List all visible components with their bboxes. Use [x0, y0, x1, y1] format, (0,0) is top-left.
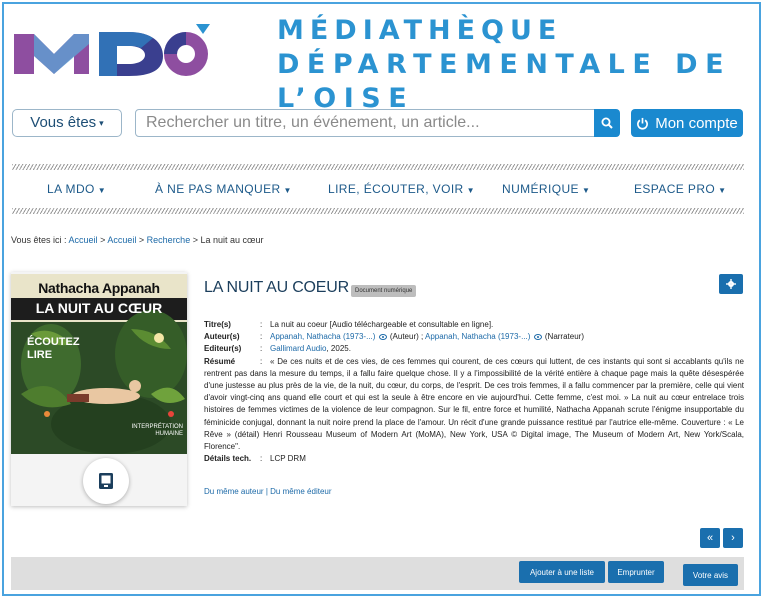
mdo-logo[interactable]	[14, 14, 214, 80]
eye-icon[interactable]	[533, 334, 542, 341]
search-button[interactable]	[594, 109, 620, 137]
author-link[interactable]: Appanah, Nathacha (1973-...)	[270, 332, 375, 341]
site-title: MÉDIATHÈQUE DÉPARTEMENTALE DE L’OISE	[277, 14, 765, 116]
caret-down-icon: ▼	[718, 186, 727, 195]
power-icon	[637, 117, 649, 130]
field-value: La nuit au coeur [Audio téléchargeable e…	[270, 320, 494, 329]
add-to-list-button[interactable]: Ajouter à une liste	[519, 561, 605, 583]
breadcrumb-current: La nuit au cœur	[200, 235, 264, 245]
nav-item-la-mdo[interactable]: LA MDO ▼	[47, 182, 106, 196]
cover-title: LA NUIT AU CŒUR	[35, 300, 163, 316]
breadcrumb-sep: >	[138, 235, 145, 245]
review-button[interactable]: Votre avis	[683, 564, 738, 586]
account-label: Mon compte	[655, 114, 738, 132]
breadcrumb-accueil[interactable]: Accueil	[69, 235, 98, 245]
publisher-link[interactable]: Gallimard Audio	[270, 344, 326, 353]
cover-badge: ÉCOUTEZ LIRE	[27, 336, 80, 362]
ebook-icon	[99, 473, 113, 489]
field-resume: Résumé : « De ces nuits et de ces vies, …	[204, 356, 744, 454]
field-value: « De ces nuits et de ces vies, de ces fe…	[204, 356, 744, 452]
you-are-dropdown[interactable]: Vous êtes ▾	[12, 109, 122, 137]
site-title-line2: DÉPARTEMENTALE DE L’OISE	[277, 49, 732, 114]
cover-interpretation: INTERPRÉTATION HUMAINE	[132, 424, 183, 438]
field-titre: Titre(s) : La nuit au coeur [Audio téléc…	[204, 319, 744, 331]
field-sep: :	[260, 320, 263, 329]
account-button[interactable]: Mon compte	[631, 109, 743, 137]
record-title: LA NUIT AU COEUR	[204, 279, 349, 296]
nav-item-numerique[interactable]: NUMÉRIQUE ▼	[502, 182, 590, 196]
cover-interp-line2: HUMAINE	[155, 431, 183, 437]
search-icon	[601, 117, 613, 129]
cover-interp-line1: INTERPRÉTATION	[131, 424, 183, 430]
field-value: LCP DRM	[270, 454, 306, 464]
cover-badge-line1: ÉCOUTEZ	[27, 336, 80, 348]
document-type-badge: Document numérique	[351, 285, 417, 297]
narrator-role: (Narrateur)	[544, 332, 584, 342]
settings-button[interactable]	[719, 274, 743, 294]
borrow-button[interactable]: Emprunter	[608, 561, 664, 583]
next-page-button[interactable]: ›	[723, 528, 743, 548]
field-details: Détails tech. : LCP DRM	[204, 453, 744, 465]
eye-icon[interactable]	[378, 334, 387, 341]
book-cover[interactable]: Nathacha Appanah LA NUIT AU CŒUR ÉCOUTEZ…	[11, 274, 187, 454]
field-auteur: Auteur(s) : Appanah, Nathacha (1973-...)…	[204, 331, 744, 343]
same-author-link[interactable]: Du même auteur	[204, 487, 264, 496]
caret-down-icon: ▾	[99, 118, 104, 129]
caret-down-icon: ▼	[97, 186, 107, 195]
you-are-label: Vous êtes	[30, 114, 97, 131]
breadcrumb-recherche[interactable]: Recherche	[147, 235, 191, 245]
record-fields: Titre(s) : La nuit au coeur [Audio téléc…	[204, 319, 744, 465]
prev-page-button[interactable]: «	[700, 528, 720, 548]
field-label: Détails tech.	[204, 454, 252, 464]
breadcrumb: Vous êtes ici : Accueil > Accueil > Rech…	[11, 235, 264, 245]
field-sep: :	[260, 454, 263, 464]
breadcrumb-accueil-2[interactable]: Accueil	[107, 235, 136, 245]
nav-item-lire-ecouter-voir[interactable]: LIRE, ÉCOUTER, VOIR ▼	[328, 182, 475, 196]
field-value: Appanah, Nathacha (1973-...) (Auteur) ; …	[270, 331, 744, 343]
breadcrumb-sep: >	[100, 235, 106, 245]
nav-item-a-ne-pas-manquer[interactable]: À NE PAS MANQUER ▼	[155, 182, 292, 196]
field-editeur: Editeur(s) : Gallimard Audio, 2025.	[204, 343, 744, 355]
narrator-link[interactable]: Appanah, Nathacha (1973-...)	[425, 332, 530, 341]
main-nav: LA MDO ▼ À NE PAS MANQUER ▼ LIRE, ÉCOUTER,…	[12, 176, 744, 202]
gear-icon	[726, 279, 736, 289]
link-separator: |	[265, 487, 268, 496]
cover-author: Nathacha Appanah	[38, 280, 160, 296]
document-type-button[interactable]	[83, 458, 129, 504]
caret-down-icon: ▼	[283, 186, 292, 195]
caret-down-icon: ▼	[581, 186, 591, 195]
publisher-year: , 2025.	[326, 344, 351, 354]
nav-item-espace-pro[interactable]: ESPACE PRO ▼	[634, 182, 726, 196]
related-links: Du même auteur | Du même éditeur	[204, 487, 332, 496]
breadcrumb-sep: >	[192, 235, 198, 245]
caret-down-icon: ▼	[466, 186, 475, 195]
field-label: Titre(s)	[204, 320, 231, 329]
field-label: Editeur(s)	[204, 344, 242, 354]
breadcrumb-prefix: Vous êtes ici :	[11, 235, 67, 245]
field-sep: :	[260, 332, 263, 342]
field-sep: :	[260, 344, 263, 354]
site-title-line1: MÉDIATHÈQUE	[277, 15, 563, 46]
nav-divider-bottom	[12, 208, 744, 214]
same-publisher-link[interactable]: Du même éditeur	[270, 487, 331, 496]
search-input[interactable]: Rechercher un titre, un événement, un ar…	[135, 109, 595, 137]
nav-divider-top	[12, 164, 744, 170]
field-value: Gallimard Audio, 2025.	[270, 343, 744, 355]
author-role: (Auteur) ;	[389, 332, 424, 342]
field-label: Auteur(s)	[204, 332, 240, 342]
cover-badge-line2: LIRE	[27, 349, 53, 361]
record-card: Nathacha Appanah LA NUIT AU CŒUR ÉCOUTEZ…	[11, 272, 187, 506]
